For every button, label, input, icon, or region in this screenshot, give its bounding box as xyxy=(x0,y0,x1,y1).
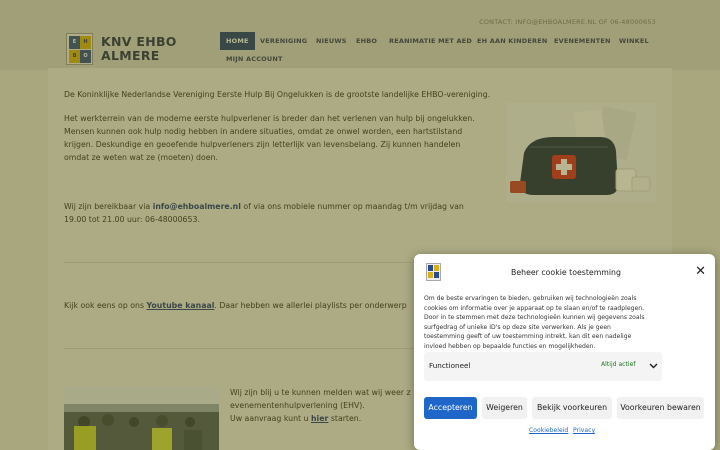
intro-text: De Koninklijke Nederlandse Vereniging Ee… xyxy=(64,90,491,99)
events-line1: Wij zijn blij u te kunnen melden wat wij… xyxy=(230,388,411,397)
close-icon[interactable]: ✕ xyxy=(695,265,706,278)
site-title-line1: KNV EHBO xyxy=(101,34,177,49)
intro-paragraph-line3: krijgen. Deskundige en geoefende hulpver… xyxy=(64,140,461,149)
cookie-consent-dialog: Beheer cookie toestemming ✕ Om de beste … xyxy=(414,254,715,450)
youtube-line: Kijk ook eens op ons Youtube kanaal. Daa… xyxy=(64,300,407,313)
logo-letter-e: E xyxy=(69,36,80,49)
logo-letter-h: H xyxy=(80,36,91,49)
cookie-policy-link[interactable]: Cookiebeleid xyxy=(529,427,568,434)
nav-item-reanimatie[interactable]: REANIMATIE MET AED xyxy=(383,32,478,50)
site-logo[interactable]: E H B O KNV EHBO ALMERE xyxy=(66,33,177,65)
event-crowd-image xyxy=(64,386,219,450)
youtube-suffix: . Daar hebben we allerlei playlists per … xyxy=(214,301,407,310)
functional-cookies-label: Functioneel xyxy=(429,361,471,370)
nav-item-winkel[interactable]: WINKEL xyxy=(613,32,655,50)
nav-item-vereniging[interactable]: VERENIGING xyxy=(254,32,313,50)
events-prefix: Uw aanvraag kunt u xyxy=(230,414,311,423)
nav-item-mijn-account[interactable]: MIJN ACCOUNT xyxy=(220,50,289,68)
header-contact-info[interactable]: CONTACT: INFO@EHBOALMERE.NL OF 06-480006… xyxy=(479,18,656,26)
first-aid-kit-image xyxy=(506,103,656,202)
contact-suffix: of via ons mobiele nummer op maandag t/m… xyxy=(240,202,464,211)
deny-button[interactable]: Weigeren xyxy=(482,397,527,419)
contact-line2: 19.00 tot 21.00 uur: 06-48000653. xyxy=(64,215,200,224)
view-preferences-button[interactable]: Bekijk voorkeuren xyxy=(532,397,612,419)
nav-item-evenementen[interactable]: EVENEMENTEN xyxy=(548,32,617,50)
site-title: KNV EHBO ALMERE xyxy=(101,35,177,63)
privacy-link[interactable]: Privacy xyxy=(573,427,595,434)
site-title-line2: ALMERE xyxy=(101,48,160,63)
youtube-prefix: Kijk ook eens op ons xyxy=(64,301,147,310)
save-preferences-button[interactable]: Voorkeuren bewaren xyxy=(617,397,704,419)
cookie-dialog-text: Om de beste ervaringen te bieden, gebrui… xyxy=(424,295,645,350)
intro-paragraph-line1: Het werkterrein van de moderne eerste hu… xyxy=(64,114,475,123)
cookie-dialog-logo-icon xyxy=(426,263,441,281)
chevron-down-icon[interactable] xyxy=(649,362,658,371)
cookie-dialog-title: Beheer cookie toestemming xyxy=(511,268,621,277)
site-header: CONTACT: INFO@EHBOALMERE.NL OF 06-480006… xyxy=(0,0,720,70)
events-line2: evenementenhulpverlening (EHV). xyxy=(230,401,365,410)
functional-cookies-status: Altijd actief xyxy=(601,361,636,368)
events-line3: Uw aanvraag kunt u hier starten. xyxy=(230,413,361,426)
contact-prefix: Wij zijn bereikbaar via xyxy=(64,202,153,211)
logo-letter-o: O xyxy=(80,50,91,63)
accept-button[interactable]: Accepteren xyxy=(424,397,477,419)
nav-item-eh-aan-kinderen[interactable]: EH AAN KINDEREN xyxy=(471,32,554,50)
functional-cookies-row[interactable]: Functioneel Altijd actief xyxy=(424,352,662,381)
ehbo-logo-icon: E H B O xyxy=(66,33,93,65)
logo-letter-b: B xyxy=(69,50,80,63)
youtube-channel-link[interactable]: Youtube kanaal xyxy=(147,301,215,310)
nav-item-ehbo[interactable]: EHBO xyxy=(350,32,383,50)
contact-line1: Wij zijn bereikbaar via info@ehboalmere.… xyxy=(64,201,464,214)
nav-item-home[interactable]: HOME xyxy=(220,32,255,50)
intro-paragraph-line4: omdat ze weten wat ze (moeten) doen. xyxy=(64,153,218,162)
nav-item-nieuws[interactable]: NIEUWS xyxy=(310,32,353,50)
events-suffix: starten. xyxy=(328,414,362,423)
intro-paragraph-line2: Mensen kunnen ook hulp nodig hebben in a… xyxy=(64,127,463,136)
events-request-link[interactable]: hier xyxy=(311,414,328,423)
contact-email-link[interactable]: info@ehboalmere.nl xyxy=(153,202,241,211)
